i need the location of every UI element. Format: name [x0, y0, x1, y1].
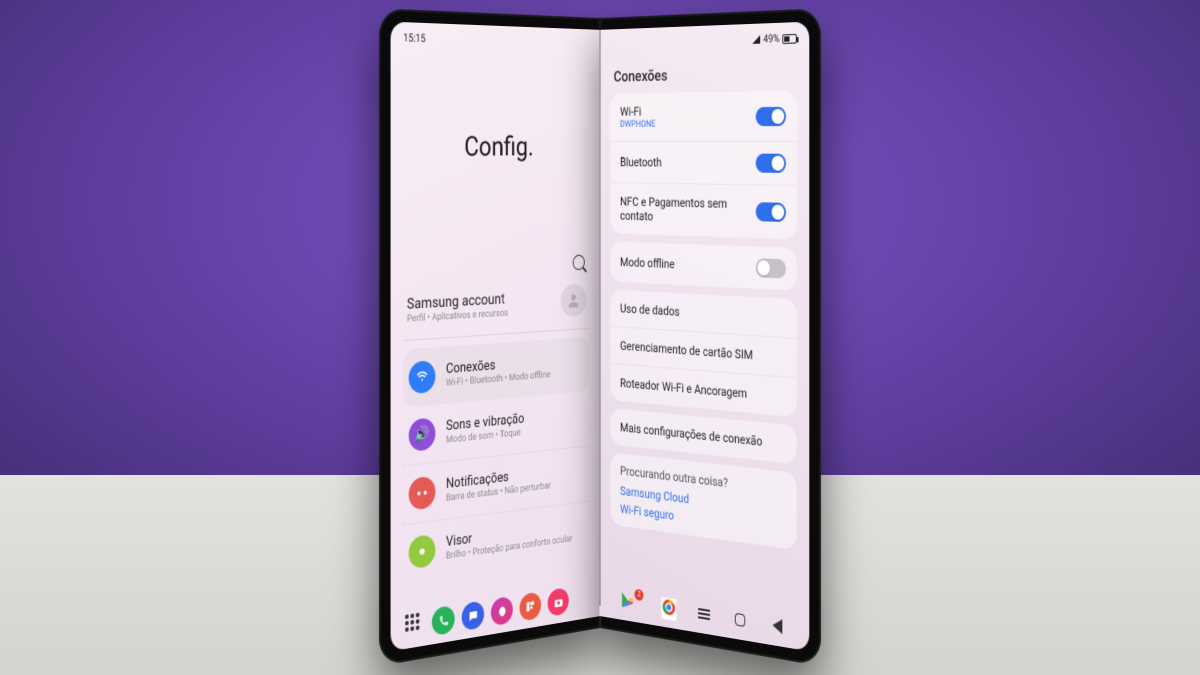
data-links-card: Uso de dados Gerenciamento de cartão SIM…	[610, 290, 796, 418]
looking-for-card: Procurando outra coisa? Samsung Cloud Wi…	[610, 452, 796, 550]
avatar-icon	[561, 284, 587, 318]
offline-card: Modo offline	[610, 241, 796, 290]
bluetooth-toggle[interactable]	[756, 154, 786, 173]
status-bar-right: 49%	[610, 29, 796, 54]
battery-icon	[782, 33, 796, 43]
row-label: Bluetooth	[620, 155, 756, 170]
search-icon[interactable]	[573, 255, 585, 271]
airplane-mode-row[interactable]: Modo offline	[610, 241, 796, 290]
wifi-icon	[409, 360, 436, 394]
gallery-app-icon[interactable]	[491, 596, 513, 626]
foldable-device: 15:15 Config. Samsung account Perfil • A…	[340, 18, 860, 638]
row-label: Mais configurações de conexão	[620, 420, 786, 451]
nfc-toggle[interactable]	[756, 202, 786, 222]
row-label: NFC e Pagamentos sem contato	[620, 194, 756, 226]
notifications-icon	[409, 476, 436, 511]
nfc-row[interactable]: NFC e Pagamentos sem contato	[610, 182, 796, 239]
samsung-account-row[interactable]: Samsung account Perfil • Aplicativos e r…	[403, 276, 589, 342]
detail-title: Conexões	[614, 63, 793, 86]
messages-app-icon[interactable]	[462, 600, 484, 631]
row-label: Uso de dados	[620, 301, 786, 325]
back-button[interactable]	[770, 615, 786, 637]
recents-button[interactable]	[696, 604, 711, 625]
flipboard-app-icon[interactable]	[520, 591, 542, 621]
row-label: Gerenciamento de cartão SIM	[620, 338, 786, 364]
app-drawer-icon[interactable]	[405, 612, 425, 639]
notification-badge: 2	[635, 588, 644, 601]
camera-app-icon[interactable]	[548, 587, 569, 617]
wifi-network-name: DWPHONE	[620, 119, 756, 130]
battery-percent: 49%	[763, 33, 779, 45]
chrome-icon[interactable]	[661, 596, 676, 620]
airplane-mode-toggle[interactable]	[756, 258, 786, 278]
bluetooth-row[interactable]: Bluetooth	[610, 141, 796, 185]
row-label: Modo offline	[620, 255, 756, 275]
connections-toggle-card: Wi-Fi DWPHONE Bluetooth NFC e Pagamentos…	[610, 91, 796, 240]
wifi-row[interactable]: Wi-Fi DWPHONE	[610, 91, 796, 141]
display-icon	[409, 534, 436, 570]
page-title: Config.	[403, 131, 589, 163]
signal-icon	[753, 35, 761, 44]
status-bar-left: 15:15	[403, 29, 589, 54]
row-label: Wi-Fi	[620, 103, 756, 119]
status-time: 15:15	[403, 32, 425, 44]
row-label: Roteador Wi-Fi e Ancoragem	[620, 376, 786, 405]
speaker-icon	[409, 417, 436, 452]
phone-app-icon[interactable]	[432, 605, 455, 636]
play-store-icon[interactable]: 2	[620, 589, 641, 616]
wifi-toggle[interactable]	[756, 106, 786, 125]
home-button[interactable]	[733, 609, 749, 630]
